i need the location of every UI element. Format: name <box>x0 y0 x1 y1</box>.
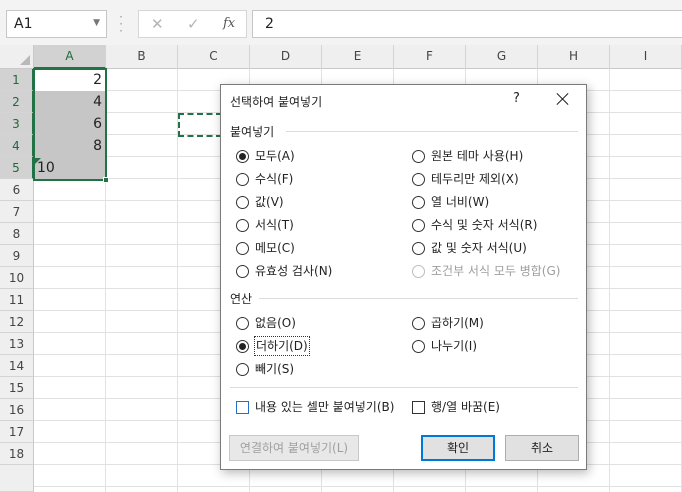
cell-a3[interactable]: 6 <box>34 113 106 135</box>
operation-group-label: 연산 <box>230 292 253 306</box>
column-header-e[interactable]: E <box>322 45 394 69</box>
error-indicator-icon <box>35 158 41 164</box>
column-header-f[interactable]: F <box>394 45 466 69</box>
radio-icon <box>236 196 249 209</box>
column-header-i[interactable]: I <box>610 45 682 69</box>
row-header[interactable]: 14 <box>0 355 34 377</box>
formula-input[interactable]: 2 <box>252 10 682 38</box>
vertical-dots-icon: · · · <box>119 10 123 38</box>
column-header-d[interactable]: D <box>250 45 322 69</box>
row-header[interactable]: 15 <box>0 377 34 399</box>
row-header[interactable]: 13 <box>0 333 34 355</box>
checkbox-icon <box>236 401 249 414</box>
column-header-h[interactable]: H <box>538 45 610 69</box>
radio-selected-icon <box>236 150 249 163</box>
cell-a5[interactable]: 10 <box>34 157 106 179</box>
paste-link-button[interactable]: 연결하여 붙여넣기(L) <box>229 435 359 461</box>
row-header[interactable]: 10 <box>0 267 34 289</box>
name-box[interactable]: A1 ▼ <box>6 10 107 38</box>
column-header-g[interactable]: G <box>466 45 538 69</box>
formula-bar: A1 ▼ · · · ✕ ✓ fx 2 <box>0 0 682 45</box>
paste-special-dialog: 선택하여 붙여넣기 ? 붙여넣기 모두(A) 수식(F) 값(V) 서식(T) … <box>220 84 587 470</box>
cancel-button[interactable]: 취소 <box>505 435 579 461</box>
radio-icon <box>412 317 425 330</box>
close-icon[interactable] <box>551 87 575 111</box>
divider <box>230 387 578 388</box>
row-header[interactable]: 18 <box>0 443 34 465</box>
radio-icon <box>236 363 249 376</box>
radio-icon <box>236 173 249 186</box>
column-header-b[interactable]: B <box>106 45 178 69</box>
radio-selected-icon <box>236 340 249 353</box>
radio-icon <box>236 242 249 255</box>
cancel-icon: ✕ <box>151 15 164 33</box>
cell-a1[interactable]: 2 <box>34 69 106 91</box>
paste-group-label: 붙여넣기 <box>230 125 275 139</box>
select-all-corner[interactable] <box>0 45 34 69</box>
radio-icon <box>412 150 425 163</box>
name-box-value: A1 <box>14 16 33 32</box>
row-header[interactable]: 16 <box>0 399 34 421</box>
row-header[interactable] <box>0 465 34 492</box>
radio-icon <box>412 242 425 255</box>
row-header[interactable]: 5 <box>0 157 34 179</box>
radio-icon <box>412 196 425 209</box>
cell-a2[interactable]: 4 <box>34 91 106 113</box>
radio-icon <box>412 340 425 353</box>
radio-icon <box>236 317 249 330</box>
fill-handle[interactable] <box>103 177 109 183</box>
copy-marquee <box>178 113 222 137</box>
dialog-title: 선택하여 붙여넣기 <box>230 95 323 109</box>
ok-button[interactable]: 확인 <box>421 435 495 461</box>
row-header[interactable]: 2 <box>0 91 34 113</box>
row-header[interactable]: 11 <box>0 289 34 311</box>
row-header[interactable]: 17 <box>0 421 34 443</box>
divider <box>259 298 578 299</box>
row-header[interactable]: 8 <box>0 223 34 245</box>
insert-function-button[interactable]: fx <box>223 16 235 31</box>
radio-icon <box>412 265 425 278</box>
column-header-c[interactable]: C <box>178 45 250 69</box>
row-header[interactable]: 3 <box>0 113 34 135</box>
formula-buttons: ✕ ✓ fx <box>138 10 247 38</box>
radio-icon <box>412 173 425 186</box>
row-header[interactable]: 1 <box>0 69 34 91</box>
radio-icon <box>412 219 425 232</box>
divider <box>286 131 578 132</box>
enter-icon: ✓ <box>187 15 200 33</box>
radio-icon <box>236 219 249 232</box>
radio-icon <box>236 265 249 278</box>
row-header[interactable]: 4 <box>0 135 34 157</box>
cell-a4[interactable]: 8 <box>34 135 106 157</box>
checkbox-icon <box>412 401 425 414</box>
chevron-down-icon[interactable]: ▼ <box>93 18 100 28</box>
help-button[interactable]: ? <box>513 91 520 106</box>
row-header[interactable]: 7 <box>0 201 34 223</box>
row-header[interactable]: 6 <box>0 179 34 201</box>
row-header[interactable]: 12 <box>0 311 34 333</box>
excel-window: { "formula_bar": { "name_box": "A1", "ca… <box>0 0 682 492</box>
row-header[interactable]: 9 <box>0 245 34 267</box>
column-header-a[interactable]: A <box>34 45 106 69</box>
